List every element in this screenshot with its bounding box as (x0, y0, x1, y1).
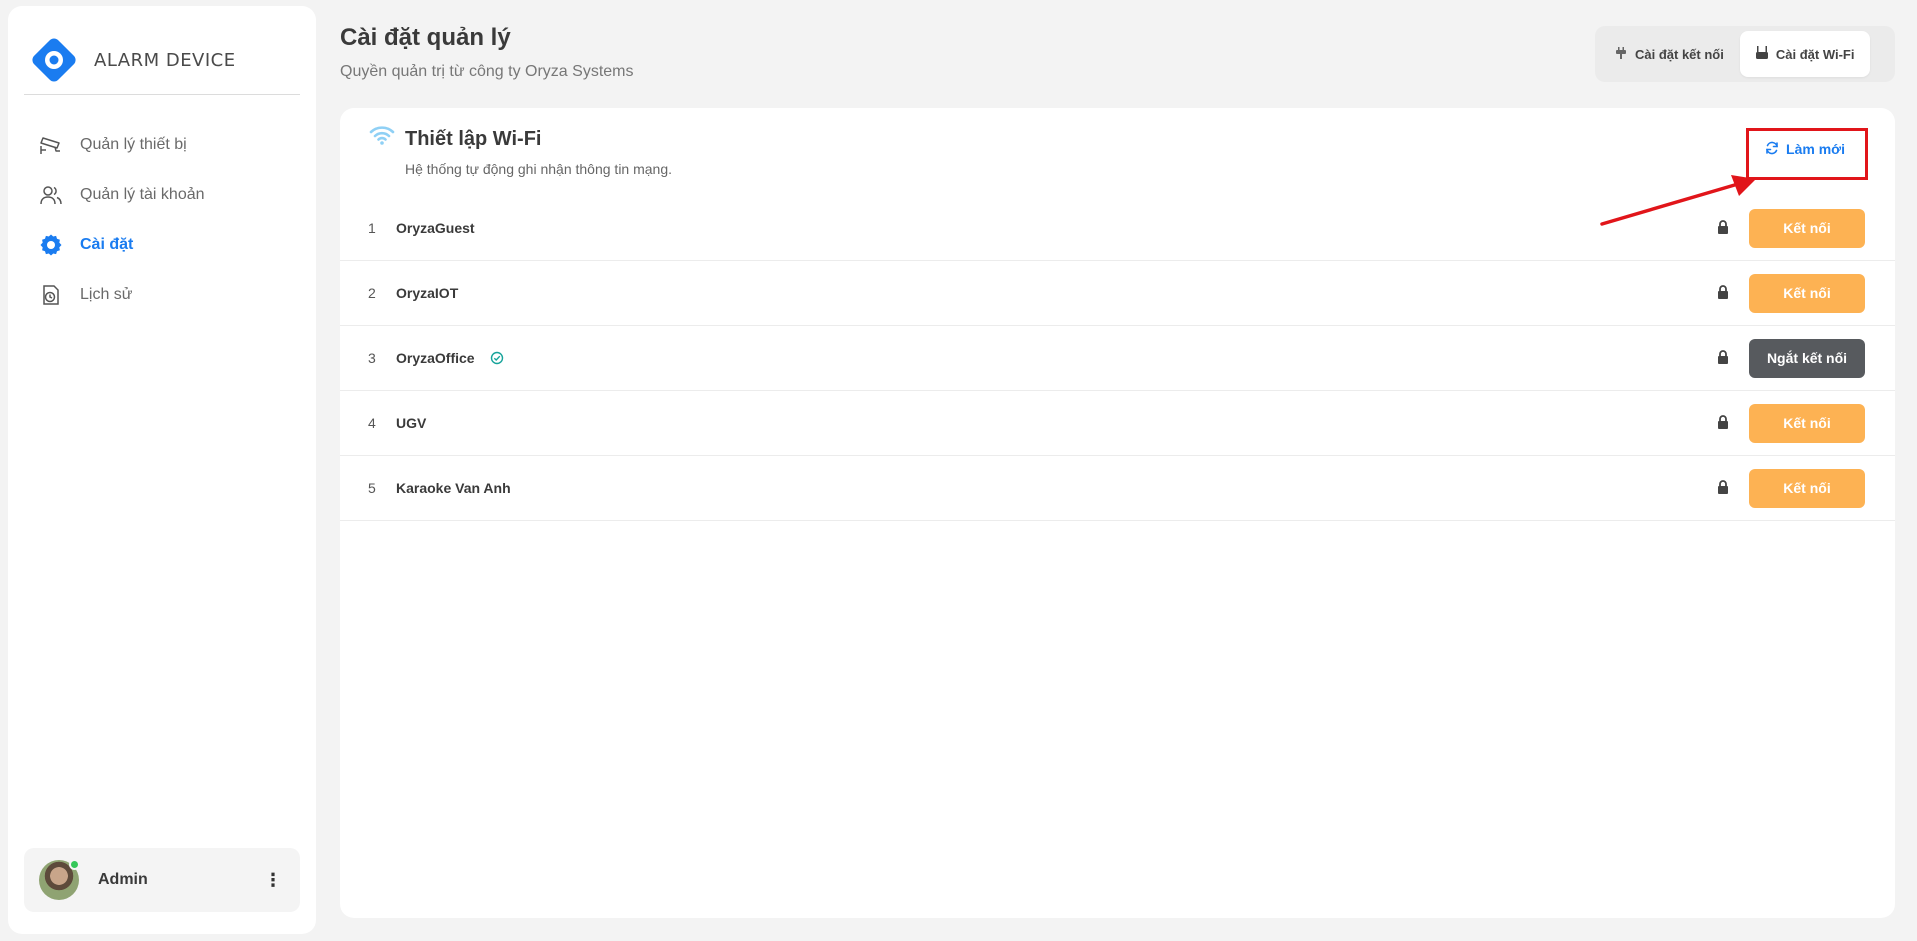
network-index: 4 (368, 415, 376, 431)
tab-wifi-settings[interactable]: Cài đặt Wi-Fi (1739, 31, 1871, 77)
user-name: Admin (98, 871, 148, 888)
tab-label: Cài đặt kết nối (1635, 46, 1724, 62)
sidebar-item-label: Lịch sử (80, 286, 133, 303)
wifi-network-row: 2 OryzaIOT Kết nối (340, 261, 1895, 326)
connect-button[interactable]: Kết nối (1749, 468, 1865, 508)
network-index: 3 (368, 350, 376, 366)
online-status-dot (69, 859, 80, 870)
cctv-camera-icon (38, 132, 64, 158)
sidebar: ALARM DEVICE Quản lý thiết bị Quản lý tà… (8, 6, 316, 934)
page-subtitle: Quyền quản trị từ công ty Oryza Systems (340, 63, 634, 80)
wifi-network-list: 1 OryzaGuest Kết nối 2 OryzaIOT Kết nối … (340, 196, 1895, 521)
wifi-network-row: 1 OryzaGuest Kết nối (340, 196, 1895, 261)
refresh-label: Làm mới (1786, 141, 1845, 157)
avatar[interactable] (39, 859, 80, 900)
router-icon (1755, 46, 1768, 62)
page-title: Cài đặt quản lý (340, 24, 511, 51)
wifi-network-row: 3 OryzaOffice Ngắt kết nối (340, 326, 1895, 391)
sidebar-item-label: Cài đặt (80, 236, 134, 253)
sidebar-nav: Quản lý thiết bị Quản lý tài khoản Cài đ… (38, 120, 205, 320)
sidebar-item-history[interactable]: Lịch sử (38, 270, 205, 320)
lock-icon (1718, 415, 1728, 429)
disconnect-button[interactable]: Ngắt kết nối (1749, 338, 1865, 378)
network-index: 5 (368, 480, 376, 496)
sidebar-item-devices[interactable]: Quản lý thiết bị (38, 120, 205, 170)
history-icon (38, 282, 64, 308)
sidebar-item-accounts[interactable]: Quản lý tài khoản (38, 170, 205, 220)
wifi-network-row: 5 Karaoke Van Anh Kết nối (340, 456, 1895, 521)
tab-label: Cài đặt Wi-Fi (1775, 46, 1855, 62)
network-index: 2 (368, 285, 376, 301)
settings-tab-group: Cài đặt kết nối Cài đặt Wi-Fi (1595, 26, 1895, 82)
brand-divider (24, 94, 300, 95)
more-options-icon[interactable]: ⋮ (258, 865, 288, 895)
sidebar-item-label: Quản lý tài khoản (80, 186, 205, 203)
user-card: Admin ⋮ (24, 848, 300, 912)
connect-button[interactable]: Kết nối (1749, 208, 1865, 248)
network-ssid: UGV (396, 415, 427, 431)
tab-connection-settings[interactable]: Cài đặt kết nối (1599, 31, 1740, 77)
panel-title: Thiết lập Wi-Fi (405, 128, 542, 150)
lock-icon (1718, 350, 1728, 364)
plug-icon (1615, 46, 1627, 62)
connect-button[interactable]: Kết nối (1749, 403, 1865, 443)
gear-icon (38, 232, 64, 258)
lock-icon (1718, 480, 1728, 494)
panel-subtitle: Hệ thống tự động ghi nhận thông tin mạng… (405, 161, 673, 177)
connected-check-icon (490, 351, 503, 365)
connect-button[interactable]: Kết nối (1749, 273, 1865, 313)
wifi-icon (369, 126, 395, 145)
network-ssid: Karaoke Van Anh (396, 480, 511, 496)
refresh-button[interactable]: Làm mới (1754, 132, 1856, 166)
lock-icon (1718, 220, 1728, 234)
wifi-settings-panel: Thiết lập Wi-Fi Hệ thống tự động ghi nhậ… (340, 108, 1895, 918)
network-ssid: OryzaIOT (396, 285, 459, 301)
refresh-icon (1765, 141, 1779, 158)
wifi-network-row: 4 UGV Kết nối (340, 391, 1895, 456)
sidebar-item-settings[interactable]: Cài đặt (38, 220, 205, 270)
network-index: 1 (368, 220, 376, 236)
brand-logo-icon (32, 38, 76, 82)
brand-name: ALARM DEVICE (94, 49, 236, 71)
sidebar-item-label: Quản lý thiết bị (80, 136, 187, 153)
lock-icon (1718, 285, 1728, 299)
users-icon (38, 182, 64, 208)
network-ssid: OryzaGuest (396, 220, 475, 236)
network-ssid: OryzaOffice (396, 350, 504, 366)
brand[interactable]: ALARM DEVICE (28, 34, 236, 86)
